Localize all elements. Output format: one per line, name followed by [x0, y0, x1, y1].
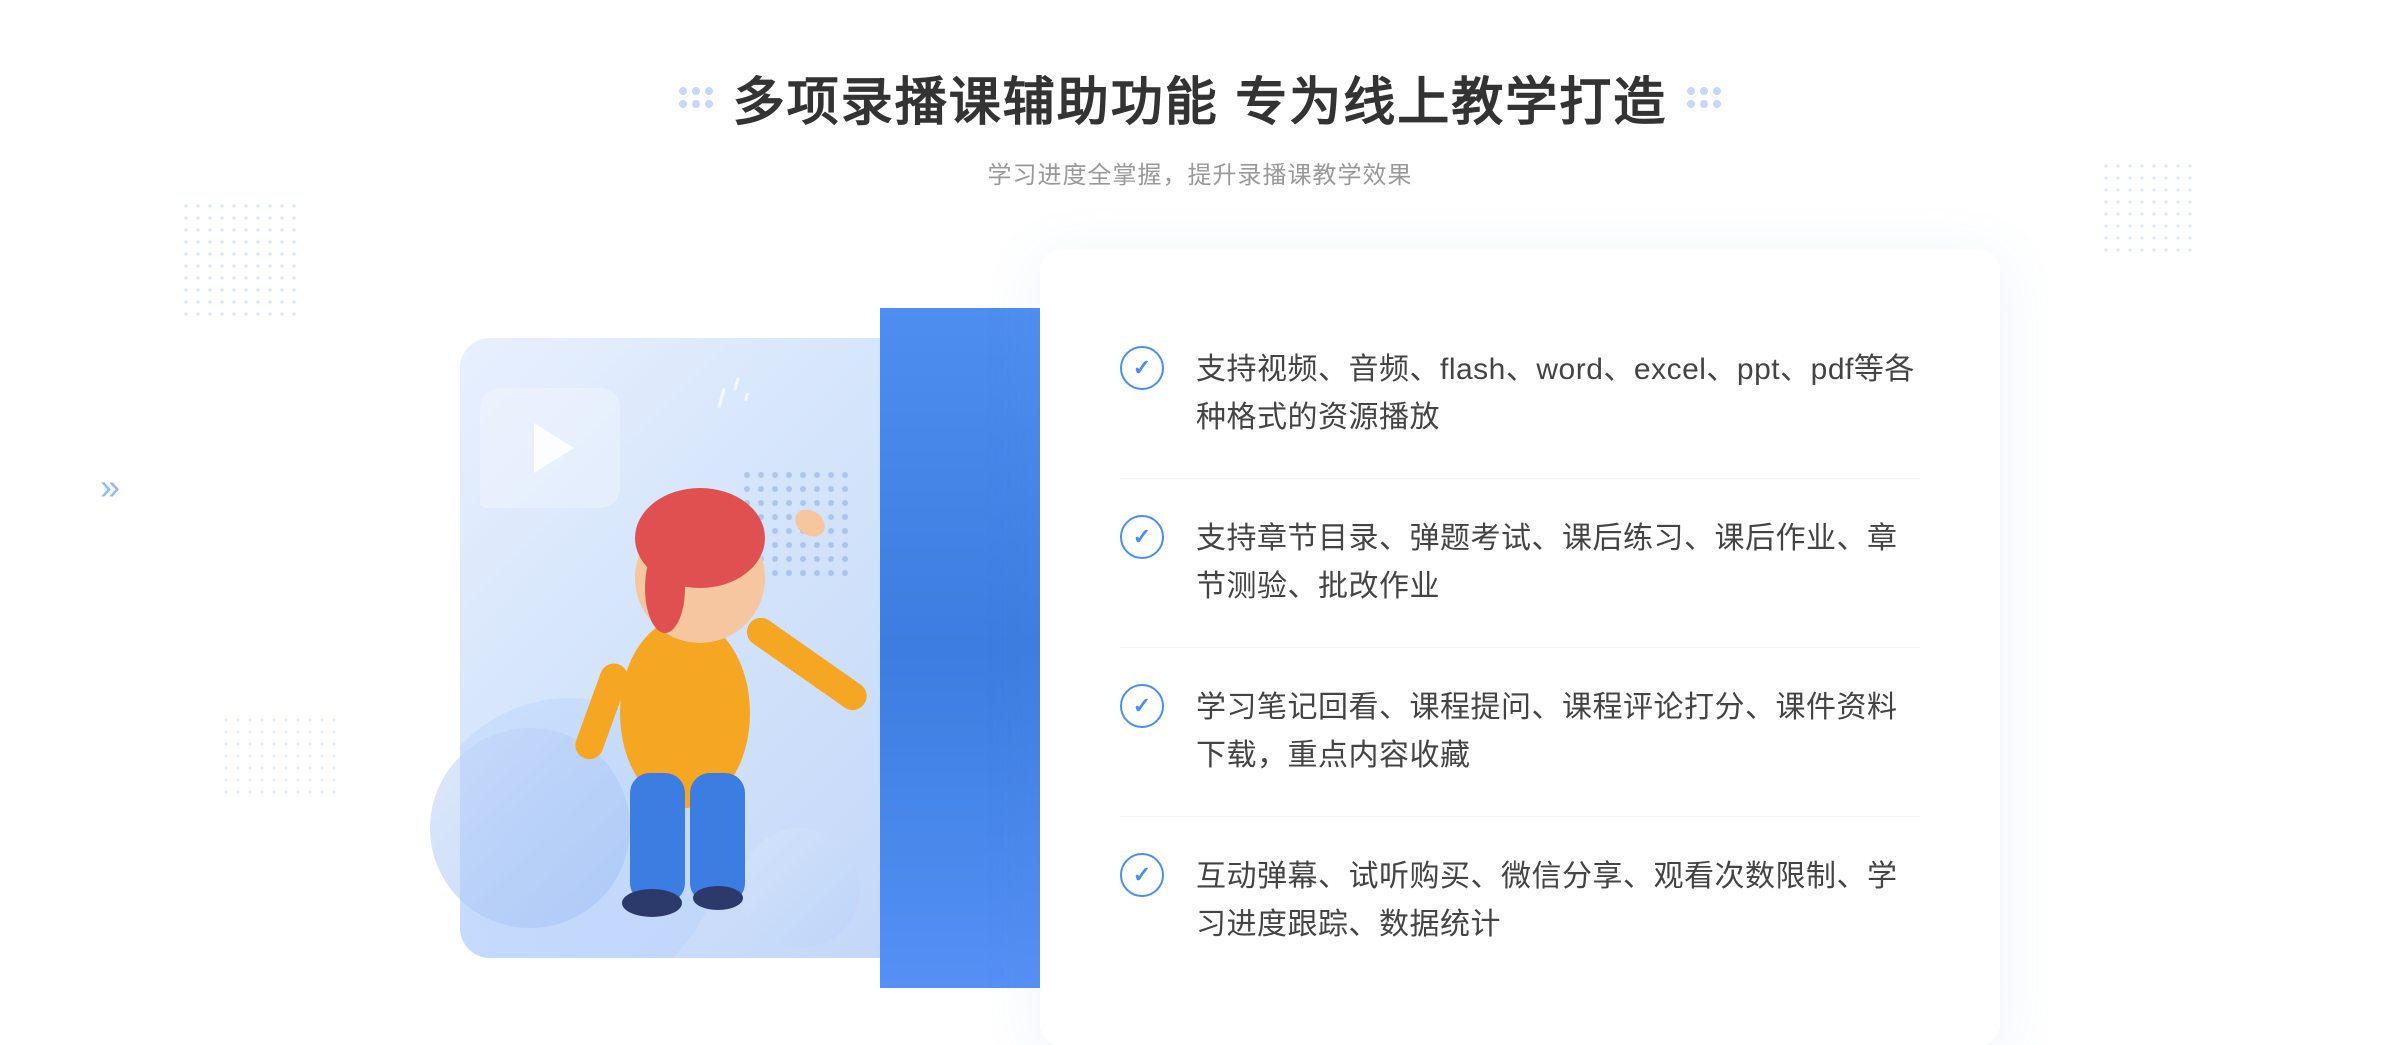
dot	[679, 100, 687, 108]
dot	[1713, 100, 1721, 108]
decorative-dots-right	[2100, 160, 2200, 260]
feature-text-1: 支持视频、音频、flash、word、excel、ppt、pdf等各种格式的资源…	[1196, 346, 1920, 442]
dot	[1687, 87, 1695, 95]
dot	[1687, 100, 1695, 108]
dot	[1700, 87, 1708, 95]
feature-item-1: ✓ 支持视频、音频、flash、word、excel、ppt、pdf等各种格式的…	[1120, 310, 1920, 479]
check-mark-1: ✓	[1133, 357, 1151, 379]
feature-item-2: ✓ 支持章节目录、弹题考试、课后练习、课后作业、章节测验、批改作业	[1120, 479, 1920, 648]
check-mark-2: ✓	[1133, 526, 1151, 548]
dot	[705, 87, 713, 95]
feature-text-2: 支持章节目录、弹题考试、课后练习、课后作业、章节测验、批改作业	[1196, 515, 1920, 611]
dot	[692, 100, 700, 108]
spark-decoration-3	[744, 392, 749, 401]
dot	[679, 87, 687, 95]
dot	[692, 87, 700, 95]
features-card: ✓ 支持视频、音频、flash、word、excel、ppt、pdf等各种格式的…	[1040, 250, 2000, 1045]
decorative-dots-left	[180, 200, 300, 320]
spark-decoration-2	[733, 377, 739, 389]
feature-item-4: ✓ 互动弹幕、试听购买、微信分享、观看次数限制、学习进度跟踪、数据统计	[1120, 817, 1920, 985]
main-title: 多项录播课辅助功能 专为线上教学打造	[733, 60, 1667, 135]
header-section: 多项录播课辅助功能 专为线上教学打造 学习进度全掌握，提升录播课教学效果	[679, 60, 1721, 190]
decorative-dots-bottom-left	[220, 714, 340, 794]
chevron-left-decoration: »	[100, 466, 120, 508]
subtitle: 学习进度全掌握，提升录播课教学效果	[679, 155, 1721, 190]
dot	[1713, 87, 1721, 95]
illustration-area: // Will be rendered via SVG below	[400, 308, 1080, 988]
check-icon-1: ✓	[1120, 346, 1164, 390]
feature-item-3: ✓ 学习笔记回看、课程提问、课程评论打分、课件资料下载，重点内容收藏	[1120, 648, 1920, 817]
dot	[705, 100, 713, 108]
main-content: // Will be rendered via SVG below	[400, 250, 2000, 1045]
feature-text-4: 互动弹幕、试听购买、微信分享、观看次数限制、学习进度跟踪、数据统计	[1196, 853, 1920, 949]
check-mark-3: ✓	[1133, 695, 1151, 717]
figure-illustration	[500, 403, 880, 968]
check-mark-4: ✓	[1133, 864, 1151, 886]
title-dots-right	[1687, 87, 1721, 108]
feature-text-3: 学习笔记回看、课程提问、课程评论打分、课件资料下载，重点内容收藏	[1196, 684, 1920, 780]
title-dots-left	[679, 87, 713, 108]
check-icon-4: ✓	[1120, 853, 1164, 897]
check-icon-3: ✓	[1120, 684, 1164, 728]
check-icon-2: ✓	[1120, 515, 1164, 559]
dot	[1700, 100, 1708, 108]
title-row: 多项录播课辅助功能 专为线上教学打造	[679, 60, 1721, 135]
page-container: » 多项录播课辅助功能 专为线上教学打造	[0, 0, 2400, 974]
